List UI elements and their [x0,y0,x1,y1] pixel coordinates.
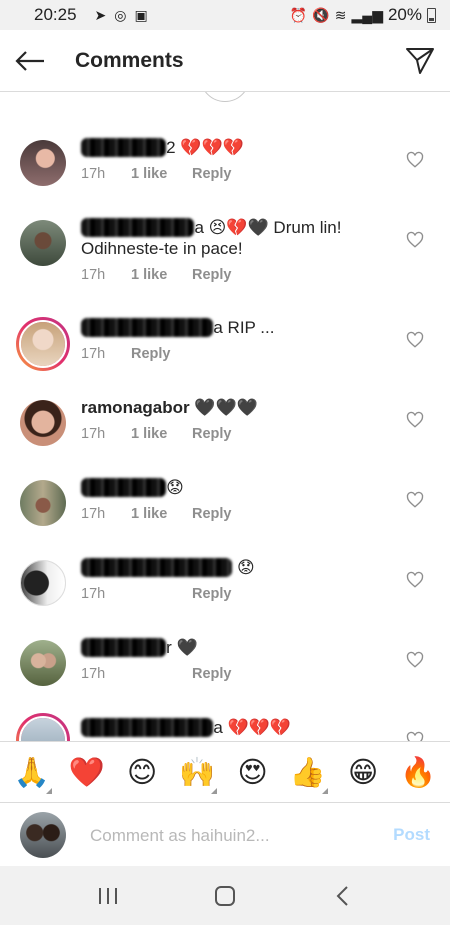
comment-time: 17h [81,166,106,182]
like-heart-icon[interactable] [406,331,424,349]
comment-meta: 17h 1 like Reply [81,166,232,182]
comment-text: xxxxxxxxx2 💔💔💔 [81,137,390,158]
page-title: Comments [75,48,184,72]
likes-count[interactable]: 1 like [131,166,192,182]
emoji-heart-button[interactable]: ❤️ [65,755,109,790]
likes-count[interactable]: 1 like [131,506,192,522]
like-heart-icon[interactable] [406,151,424,169]
status-bar: 20:25 ➤ ◎ ▣ ⏰ 🔇 ≋ ▂▄▆ 20% [0,0,450,30]
emoji-fire-button[interactable]: 🔥 [396,755,440,790]
username-blurred[interactable]: xxxxxxxxxxxx [81,218,195,237]
comment-time: 17h [81,666,106,682]
android-nav-bar [0,866,450,925]
signal-icon: ▂▄▆ [351,7,383,23]
comment-composer: Post [0,802,450,866]
reply-button[interactable]: Reply [192,506,232,522]
like-heart-icon[interactable] [406,571,424,589]
comment-meta: 17h Reply [81,346,171,362]
comment-meta: 17h 1 like Reply [81,426,232,442]
comment-meta: 17h Reply [81,666,232,682]
reply-button[interactable]: Reply [192,666,232,682]
avatar-story-ring[interactable] [16,713,70,742]
emoji-raised-hands-button[interactable]: 🙌 [175,755,219,794]
reply-button[interactable]: Reply [192,426,232,442]
emoji-smile-button[interactable]: 😊 [120,755,164,789]
like-heart-icon[interactable] [406,491,424,509]
username-blurred[interactable]: xxxxxxxxxxxxxx [81,718,214,737]
like-heart-icon[interactable] [406,231,424,249]
like-heart-icon[interactable] [406,651,424,669]
comment-text: xxxxxxxxx😟 [81,477,390,498]
avatar[interactable] [20,140,66,186]
recent-apps-button[interactable] [78,876,138,916]
back-nav-button[interactable] [312,876,372,916]
recent-apps-icon [99,887,118,904]
like-heart-icon[interactable] [406,411,424,429]
username-blurred[interactable]: xxxxxxxxxxxxxx [81,318,214,337]
avatar[interactable] [20,400,66,446]
emoji-pray-button[interactable]: 🙏 [10,755,54,794]
gallery-notification-icon: ▣ [134,7,148,23]
comment-meta: 17h Reply [81,586,232,602]
my-avatar [20,812,66,858]
battery-percent: 20% [387,5,422,24]
likes-count[interactable] [131,666,192,682]
wifi-icon: ≋ [334,7,347,23]
comment-time: 17h [81,426,106,442]
emoji-thumbs-up-button[interactable]: 👍 [286,755,330,794]
reply-button[interactable]: Reply [131,346,171,362]
back-chevron-icon [336,885,348,906]
header: Comments [0,30,450,92]
comment-text: xxxxxxxxxxxxxxxx 😟 [81,557,390,578]
instagram-notification-icon: ◎ [114,7,127,23]
likes-count[interactable]: 1 like [131,426,192,442]
home-icon [214,885,235,906]
avatar[interactable] [20,560,66,606]
avatar-story-ring[interactable] [16,317,70,371]
emoji-quick-bar: 🙏 ❤️ 😊 🙌 😍 👍 😁 🔥 [0,741,450,802]
reply-button[interactable]: Reply [192,586,232,602]
reply-button[interactable]: Reply [192,166,232,182]
status-time: 20:25 [34,5,77,24]
comment-time: 17h [81,586,106,602]
navigation-arrow-icon: ➤ [94,7,107,23]
emoji-heart-eyes-button[interactable]: 😍 [231,755,275,789]
back-arrow-icon [15,50,44,71]
username-blurred[interactable]: xxxxxxxxx [81,138,167,157]
comment-text: ramonagabor 🖤🖤🖤 [81,398,258,417]
emoji-grin-button[interactable]: 😁 [341,755,385,789]
share-button[interactable] [390,30,450,92]
comment-meta: 17h 1 like Reply [81,506,232,522]
username-blurred[interactable]: xxxxxxxxxxxxxxxx [81,558,233,577]
alarm-icon: ⏰ [289,7,308,23]
back-button[interactable] [0,30,60,92]
send-icon [406,47,434,74]
home-button[interactable] [195,876,255,916]
username[interactable]: ramonagabor [81,398,190,417]
comment-time: 17h [81,267,106,283]
post-button[interactable]: Post [393,825,430,845]
avatar[interactable] [20,480,66,526]
comment-time: 17h [81,346,106,362]
comment-time: 17h [81,506,106,522]
comment-text: xxxxxxxxxxxxxxa RIP ... [81,317,390,338]
comment-meta: 17h 1 like Reply [81,267,232,283]
likes-count[interactable] [131,586,192,602]
username-blurred[interactable]: xxxxxxxxx [81,638,167,657]
comment-input[interactable] [90,823,370,849]
comment-text: xxxxxxxxxxxxa 😣💔🖤 Drum lin! Odihneste-te… [81,218,342,258]
comment-list[interactable]: xxxxxxxxx2 💔💔💔 17h 1 like Reply xxxxxxxx… [0,92,450,742]
avatar[interactable] [20,220,66,266]
avatar[interactable] [20,640,66,686]
reply-button[interactable]: Reply [192,267,232,283]
likes-count[interactable]: 1 like [131,267,192,283]
battery-icon [427,7,436,23]
username-blurred[interactable]: xxxxxxxxx [81,478,167,497]
comment-text: xxxxxxxxxxxxxxa 💔💔💔 [81,717,390,738]
comment-text: xxxxxxxxxr 🖤 [81,637,390,658]
mute-icon: 🔇 [312,7,330,23]
